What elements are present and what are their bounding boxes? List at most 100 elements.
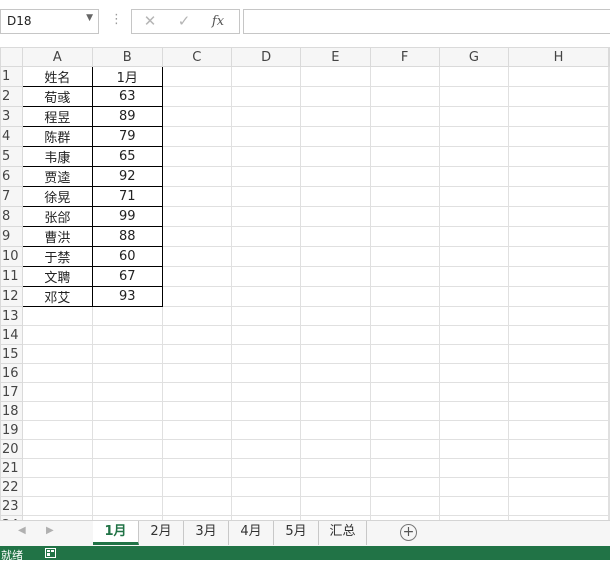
cell[interactable] [161, 126, 232, 147]
cell[interactable] [508, 246, 609, 267]
cancel-icon[interactable]: ✕ [138, 12, 162, 30]
cell[interactable] [608, 186, 610, 207]
cell[interactable] [438, 325, 510, 345]
row-header[interactable]: 17 [0, 382, 23, 402]
cell[interactable] [161, 246, 232, 267]
cell[interactable] [91, 401, 163, 421]
cell[interactable]: 徐晃 [21, 186, 93, 207]
cell[interactable] [300, 86, 371, 107]
cell[interactable] [508, 458, 609, 478]
cell[interactable] [161, 66, 232, 87]
cell[interactable] [161, 226, 232, 247]
row-header[interactable]: 21 [0, 458, 23, 478]
cell[interactable] [369, 363, 440, 383]
cell[interactable] [508, 420, 609, 440]
cell[interactable] [438, 401, 510, 421]
row-header[interactable]: 2 [0, 86, 23, 107]
cell[interactable]: 99 [91, 206, 163, 227]
cell[interactable]: 65 [91, 146, 163, 167]
cell[interactable] [161, 401, 232, 421]
cell[interactable] [161, 439, 232, 459]
cell[interactable] [161, 344, 232, 364]
cell[interactable] [608, 106, 610, 127]
insert-function-icon[interactable]: fx [206, 14, 230, 29]
tab-scroll-left-icon[interactable]: ◀ [18, 525, 26, 536]
cell[interactable] [438, 226, 510, 247]
cell[interactable] [300, 246, 371, 267]
cell[interactable] [608, 439, 610, 459]
row-header[interactable]: 14 [0, 325, 23, 345]
cell[interactable] [369, 325, 440, 345]
cell[interactable] [300, 66, 371, 87]
cell[interactable] [21, 363, 93, 383]
row-header[interactable]: 11 [0, 266, 23, 287]
cell[interactable] [21, 439, 93, 459]
column-header-e[interactable]: E [300, 47, 371, 67]
cell[interactable] [300, 166, 371, 187]
cell[interactable] [438, 126, 510, 147]
cell[interactable] [300, 206, 371, 227]
cell[interactable] [608, 206, 610, 227]
cell[interactable] [438, 458, 510, 478]
row-header[interactable]: 20 [0, 439, 23, 459]
row-header[interactable]: 6 [0, 166, 23, 187]
cell[interactable] [508, 286, 609, 307]
cell[interactable] [508, 363, 609, 383]
cell[interactable] [230, 66, 302, 87]
tab-sheet[interactable]: 1月 [93, 521, 139, 545]
cell[interactable] [369, 420, 440, 440]
cell[interactable] [608, 420, 610, 440]
cell[interactable]: 于禁 [21, 246, 93, 267]
cell[interactable]: 79 [91, 126, 163, 147]
row-header[interactable]: 19 [0, 420, 23, 440]
cell[interactable] [438, 206, 510, 227]
cell[interactable] [230, 86, 302, 107]
cell[interactable] [438, 496, 510, 516]
cell[interactable] [608, 344, 610, 364]
row-header[interactable]: 13 [0, 306, 23, 326]
cell[interactable] [608, 266, 610, 287]
cell[interactable] [230, 306, 302, 326]
cell[interactable] [608, 363, 610, 383]
cell[interactable] [369, 382, 440, 402]
cell[interactable] [508, 226, 609, 247]
cell[interactable] [438, 382, 510, 402]
cell[interactable] [369, 496, 440, 516]
cell[interactable] [21, 306, 93, 326]
cell[interactable] [230, 401, 302, 421]
tab-sheet[interactable]: 5月 [274, 521, 319, 545]
cell[interactable]: 88 [91, 226, 163, 247]
cell[interactable] [230, 439, 302, 459]
cell[interactable] [369, 86, 440, 107]
add-sheet-icon[interactable]: + [400, 524, 417, 541]
cell[interactable] [508, 206, 609, 227]
cell[interactable] [508, 401, 609, 421]
cell[interactable] [608, 126, 610, 147]
cell[interactable] [300, 106, 371, 127]
check-icon[interactable]: ✓ [172, 12, 196, 30]
cell[interactable] [300, 439, 371, 459]
cell[interactable]: 文聘 [21, 266, 93, 287]
cell[interactable]: 1月 [91, 66, 163, 87]
cell[interactable] [161, 266, 232, 287]
cell[interactable] [91, 420, 163, 440]
cell[interactable] [508, 439, 609, 459]
cell[interactable] [300, 382, 371, 402]
cell[interactable] [508, 344, 609, 364]
cell[interactable] [438, 86, 510, 107]
cell[interactable] [438, 363, 510, 383]
cell[interactable] [608, 458, 610, 478]
cell[interactable]: 67 [91, 266, 163, 287]
cell[interactable]: 71 [91, 186, 163, 207]
cell[interactable] [300, 286, 371, 307]
row-header[interactable]: 12 [0, 286, 23, 307]
tab-scroll-right-icon[interactable]: ▶ [46, 525, 54, 536]
cell[interactable] [608, 226, 610, 247]
cell[interactable] [300, 477, 371, 497]
cell[interactable] [438, 246, 510, 267]
cell[interactable] [508, 266, 609, 287]
cell[interactable] [608, 146, 610, 167]
cell[interactable] [230, 382, 302, 402]
cell[interactable] [21, 458, 93, 478]
cell[interactable] [438, 306, 510, 326]
